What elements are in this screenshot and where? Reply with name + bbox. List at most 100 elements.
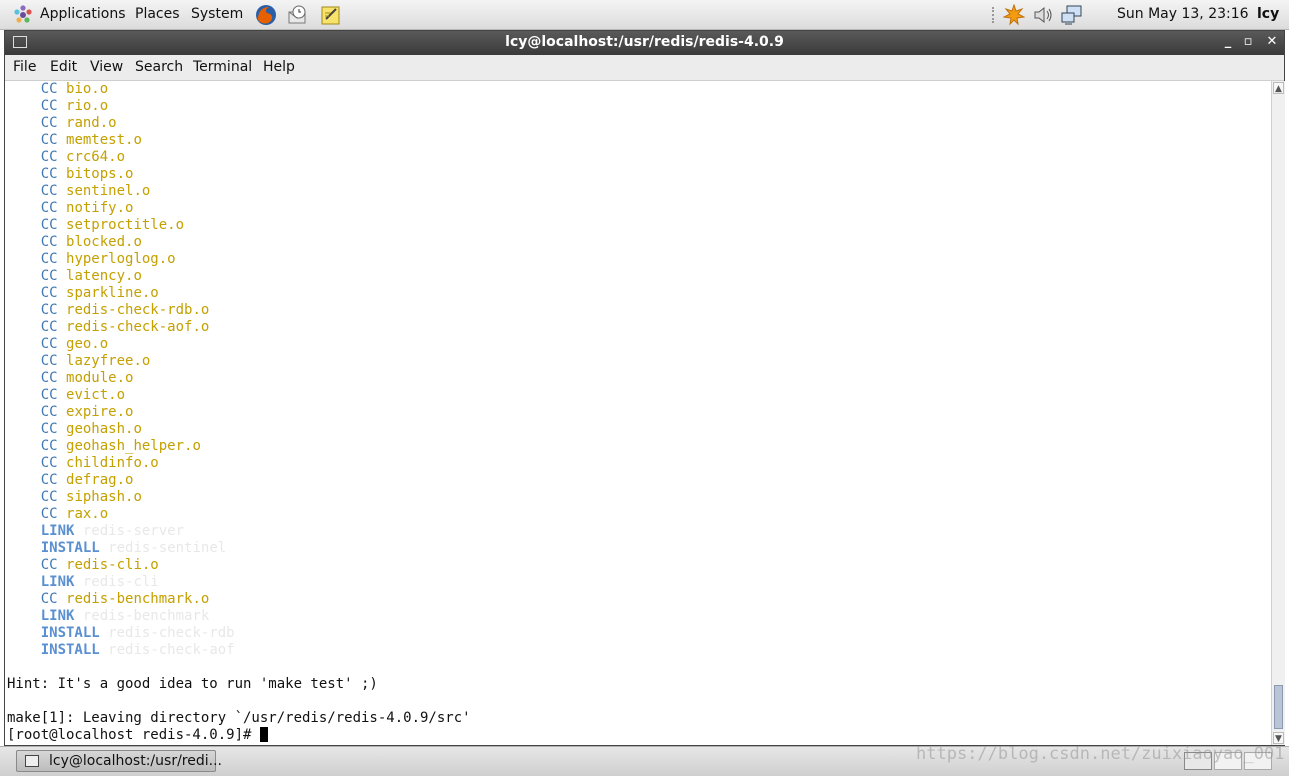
build-line: CC rand.o [7, 115, 117, 132]
mail-clock-icon[interactable] [287, 4, 309, 26]
volume-icon[interactable] [1032, 4, 1054, 26]
taskbar-terminal-button[interactable]: lcy@localhost:/usr/redi... [16, 750, 222, 772]
build-target: evict.o [66, 387, 126, 403]
build-line: CC hyperloglog.o [7, 251, 176, 268]
build-line: CC module.o [7, 370, 134, 387]
build-target: rax.o [66, 506, 109, 522]
build-command: CC [40, 115, 58, 131]
build-target: bio.o [66, 81, 109, 97]
build-target: redis-server [82, 523, 185, 539]
build-target: redis-benchmark [82, 608, 210, 624]
build-line: CC evict.o [7, 387, 125, 404]
build-target: sparkline.o [66, 285, 159, 301]
build-line: CC childinfo.o [7, 455, 159, 472]
applications-menu-icon[interactable] [13, 5, 33, 25]
build-target: rio.o [66, 98, 109, 114]
build-command: CC [40, 183, 58, 199]
build-target: geohash.o [66, 421, 142, 437]
build-line: CC redis-cli.o [7, 557, 159, 574]
build-command: CC [40, 353, 58, 369]
build-target: siphash.o [66, 489, 142, 505]
build-line: CC redis-check-rdb.o [7, 302, 210, 319]
build-line: CC sentinel.o [7, 183, 151, 200]
leaving-directory-line: make[1]: Leaving directory `/usr/redis/r… [7, 710, 471, 726]
menu-terminal[interactable]: Terminal [193, 59, 252, 75]
menu-view[interactable]: View [90, 59, 123, 75]
build-line: INSTALL redis-check-aof [7, 642, 235, 659]
build-command: CC [40, 591, 58, 607]
system-menu[interactable]: System [191, 6, 243, 22]
build-command: CC [40, 319, 58, 335]
build-command: LINK [40, 574, 75, 590]
build-command: INSTALL [40, 625, 100, 641]
scroll-down-arrow[interactable]: ▼ [1273, 732, 1284, 744]
build-line: CC defrag.o [7, 472, 134, 489]
build-line: INSTALL redis-check-rdb [7, 625, 235, 642]
build-target: latency.o [66, 268, 142, 284]
build-target: redis-check-rdb.o [66, 302, 210, 318]
window-title: lcy@localhost:/usr/redis/redis-4.0.9 [505, 34, 784, 50]
menu-search[interactable]: Search [135, 59, 183, 75]
menu-file[interactable]: File [13, 59, 36, 75]
terminal-window: lcy@localhost:/usr/redis/redis-4.0.9 _ ▫… [4, 30, 1285, 746]
build-target: redis-cli [82, 574, 159, 590]
build-line: CC crc64.o [7, 149, 125, 166]
clock[interactable]: Sun May 13, 23:16 [1117, 6, 1249, 22]
build-target: lazyfree.o [66, 353, 151, 369]
applications-menu[interactable]: Applications [40, 6, 126, 22]
build-line: CC rax.o [7, 506, 108, 523]
build-command: CC [40, 200, 58, 216]
build-target: sentinel.o [66, 183, 151, 199]
build-line: CC rio.o [7, 98, 108, 115]
build-command: LINK [40, 608, 75, 624]
hint-line: Hint: It's a good idea to run 'make test… [7, 676, 378, 692]
vertical-scrollbar[interactable]: ▲ ▼ [1271, 81, 1285, 745]
minimize-button[interactable]: _ [1219, 33, 1237, 51]
build-target: memtest.o [66, 132, 142, 148]
build-target: geohash_helper.o [66, 438, 201, 454]
build-command: CC [40, 370, 58, 386]
build-target: blocked.o [66, 234, 142, 250]
close-button[interactable]: ✕ [1263, 33, 1281, 51]
prompt-line[interactable]: [root@localhost redis-4.0.9]# [7, 727, 268, 744]
maximize-button[interactable]: ▫ [1239, 33, 1257, 51]
build-command: INSTALL [40, 540, 100, 556]
update-notification-icon[interactable] [1003, 4, 1025, 26]
window-titlebar[interactable]: lcy@localhost:/usr/redis/redis-4.0.9 _ ▫… [5, 31, 1284, 55]
scroll-thumb[interactable] [1274, 685, 1283, 729]
build-target: defrag.o [66, 472, 134, 488]
menubar: File Edit View Search Terminal Help [5, 55, 1284, 81]
build-command: CC [40, 404, 58, 420]
build-command: CC [40, 557, 58, 573]
build-line: CC geohash_helper.o [7, 438, 201, 455]
build-command: LINK [40, 523, 75, 539]
build-command: CC [40, 251, 58, 267]
build-line: CC expire.o [7, 404, 134, 421]
shell-prompt: [root@localhost redis-4.0.9]# [7, 727, 260, 743]
build-command: CC [40, 81, 58, 97]
build-line: CC memtest.o [7, 132, 142, 149]
terminal-output[interactable]: CC bio.o CC rio.o CC rand.o CC memtest.o… [6, 81, 1271, 745]
notes-icon[interactable] [320, 4, 342, 26]
build-line: CC blocked.o [7, 234, 142, 251]
user-menu[interactable]: lcy [1257, 6, 1279, 22]
build-target: rand.o [66, 115, 117, 131]
build-target: redis-sentinel [108, 540, 227, 556]
scroll-up-arrow[interactable]: ▲ [1273, 82, 1284, 94]
build-command: CC [40, 489, 58, 505]
build-line: CC bio.o [7, 81, 108, 98]
build-command: CC [40, 285, 58, 301]
build-line: LINK redis-cli [7, 574, 159, 591]
network-icon[interactable] [1061, 4, 1083, 26]
build-line: CC geohash.o [7, 421, 142, 438]
build-target: notify.o [66, 200, 134, 216]
build-command: CC [40, 421, 58, 437]
build-target: setproctitle.o [66, 217, 185, 233]
places-menu[interactable]: Places [135, 6, 180, 22]
build-target: childinfo.o [66, 455, 159, 471]
firefox-icon[interactable] [255, 4, 277, 26]
menu-help[interactable]: Help [263, 59, 295, 75]
menu-edit[interactable]: Edit [50, 59, 77, 75]
build-command: CC [40, 149, 58, 165]
build-command: CC [40, 234, 58, 250]
